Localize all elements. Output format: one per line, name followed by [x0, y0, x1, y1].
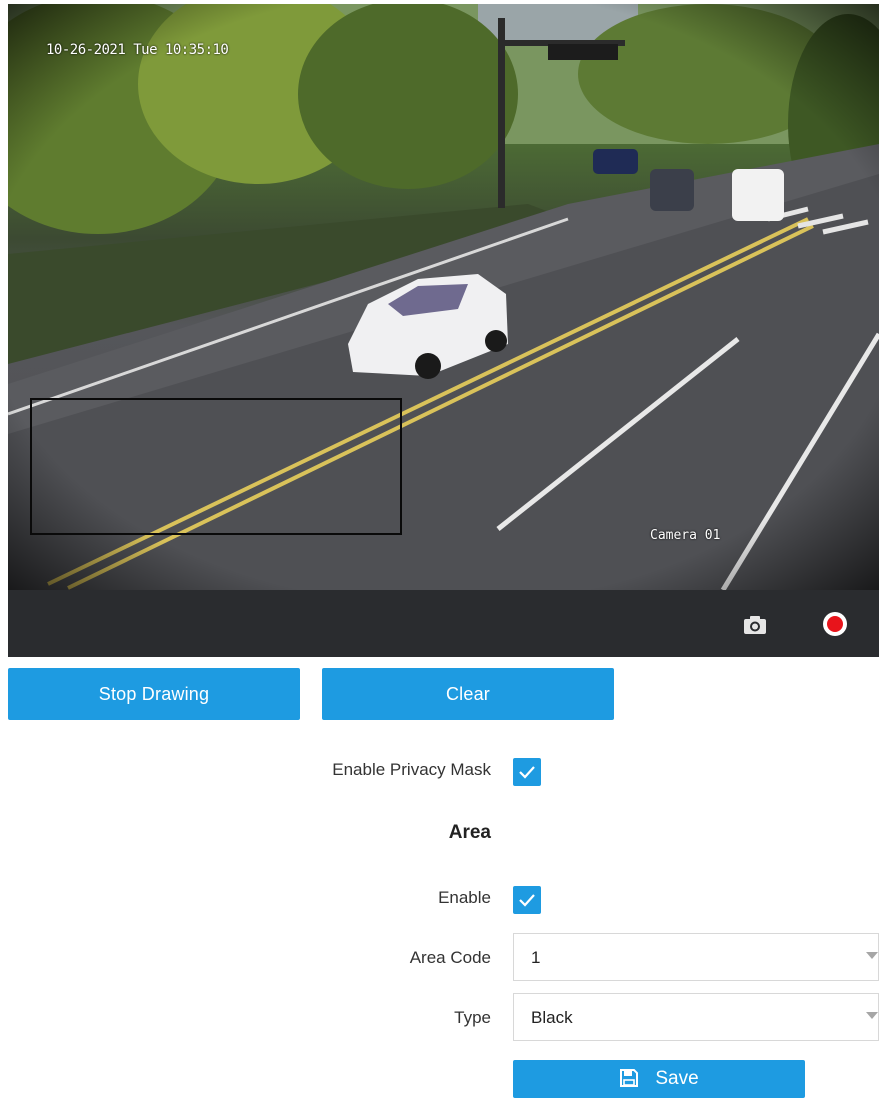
type-select[interactable]: Black	[513, 993, 879, 1041]
area-section-heading: Area	[448, 822, 491, 843]
osd-camera-name: Camera 01	[650, 528, 721, 543]
save-label: Save	[655, 1068, 699, 1089]
area-enable-checkbox[interactable]	[513, 886, 541, 914]
enable-privacy-mask-checkbox[interactable]	[513, 758, 541, 786]
live-video-preview[interactable]: 10-26-2021 Tue 10:35:10 Camera 01	[8, 4, 879, 590]
record-button[interactable]	[821, 610, 849, 638]
video-toolbar	[8, 590, 879, 657]
checkmark-icon	[519, 766, 535, 779]
privacy-mask-area-rectangle[interactable]	[30, 398, 402, 535]
osd-datetime: 10-26-2021 Tue 10:35:10	[46, 42, 229, 58]
chevron-down-icon	[866, 1012, 878, 1019]
checkmark-icon	[519, 894, 535, 907]
area-enable-label: Enable	[438, 888, 491, 907]
record-icon	[823, 612, 847, 636]
area-code-label: Area Code	[409, 948, 491, 967]
clear-button[interactable]: Clear	[322, 668, 614, 720]
floppy-disk-icon	[620, 1069, 639, 1087]
chevron-down-icon	[866, 952, 878, 959]
type-value: Black	[531, 1008, 573, 1027]
camera-icon	[744, 616, 766, 634]
type-label: Type	[454, 1008, 491, 1027]
area-code-value: 1	[531, 948, 541, 967]
save-button[interactable]: Save	[513, 1060, 805, 1098]
enable-privacy-mask-label: Enable Privacy Mask	[332, 760, 491, 779]
stop-drawing-button[interactable]: Stop Drawing	[8, 668, 300, 720]
area-code-select[interactable]: 1	[513, 933, 879, 981]
snapshot-button[interactable]	[741, 610, 769, 638]
